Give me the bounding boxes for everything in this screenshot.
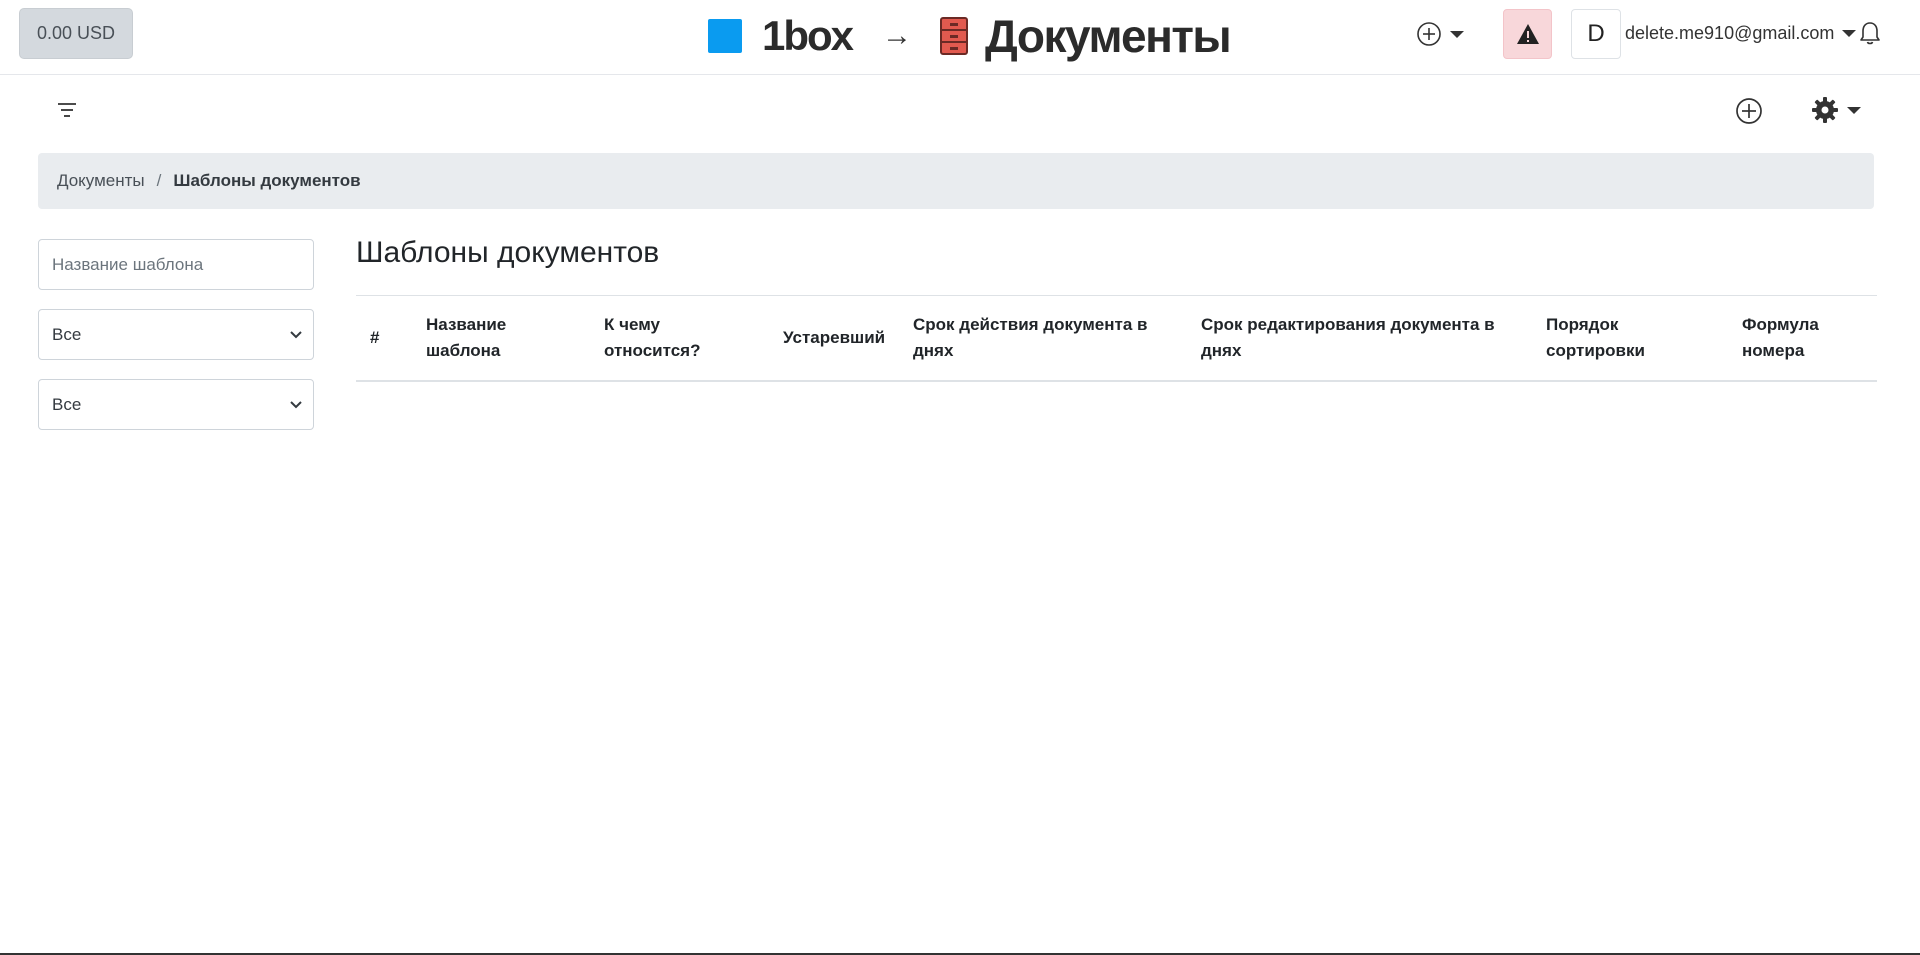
alert-button[interactable]	[1503, 9, 1552, 59]
filter-select-1-value: Все	[52, 324, 82, 344]
template-name-filter-input[interactable]: Название шаблона	[38, 239, 314, 290]
avatar[interactable]: D	[1571, 9, 1621, 59]
module-title[interactable]: Документы	[985, 9, 1232, 63]
user-email: delete.me910@gmail.com	[1625, 22, 1835, 43]
top-navbar: 0.00 USD 1box → Документы D delete.me910…	[0, 0, 1920, 75]
brand-name[interactable]: 1box	[762, 12, 854, 60]
create-dropdown[interactable]	[1416, 20, 1464, 48]
column-header-sort-order[interactable]: Порядок сортировки	[1532, 295, 1728, 382]
filter-icon[interactable]	[55, 100, 79, 120]
arrow-icon: →	[882, 19, 913, 52]
column-header-number[interactable]: #	[356, 295, 412, 382]
templates-table: # Название шаблона К чему относится? Уст…	[356, 295, 1877, 382]
column-header-number-formula[interactable]: Формула номера	[1728, 295, 1877, 382]
breadcrumb-item-documents[interactable]: Документы	[57, 171, 145, 191]
column-header-relates-to[interactable]: К чему относится?	[590, 295, 769, 382]
column-header-validity-days[interactable]: Срок действия документа в днях	[899, 295, 1187, 382]
breadcrumb: Документы / Шаблоны документов	[38, 153, 1874, 209]
caret-down-icon	[1450, 30, 1464, 38]
warning-icon	[1516, 24, 1539, 44]
breadcrumb-separator: /	[156, 171, 162, 190]
column-header-obsolete[interactable]: Устаревший	[769, 295, 899, 382]
balance-button[interactable]: 0.00 USD	[19, 8, 133, 59]
chevron-down-icon	[290, 331, 302, 339]
template-name-placeholder: Название шаблона	[52, 254, 204, 274]
filter-select-2-value: Все	[52, 394, 82, 414]
table-header-row: # Название шаблона К чему относится? Уст…	[356, 295, 1877, 382]
user-menu-dropdown[interactable]: delete.me910@gmail.com	[1625, 20, 1857, 46]
filter-select-1[interactable]: Все	[38, 309, 314, 360]
file-cabinet-icon	[940, 17, 969, 55]
bell-icon[interactable]	[1858, 20, 1882, 46]
column-header-edit-days[interactable]: Срок редактирования документа в днях	[1187, 295, 1532, 382]
chevron-down-icon	[290, 401, 302, 409]
add-template-button[interactable]	[1734, 96, 1764, 126]
caret-down-icon	[1842, 29, 1857, 37]
page-title: Шаблоны документов	[356, 236, 660, 269]
caret-down-icon	[1847, 106, 1861, 114]
settings-dropdown[interactable]	[1811, 94, 1861, 126]
brand: 1box → Документы	[708, 8, 1232, 64]
column-header-name[interactable]: Название шаблона	[412, 295, 590, 382]
plus-circle-icon	[1417, 22, 1441, 46]
filter-select-2[interactable]: Все	[38, 379, 314, 430]
gear-icon	[1812, 97, 1838, 123]
breadcrumb-item-current: Шаблоны документов	[173, 171, 361, 190]
brand-logo-icon	[708, 19, 742, 53]
